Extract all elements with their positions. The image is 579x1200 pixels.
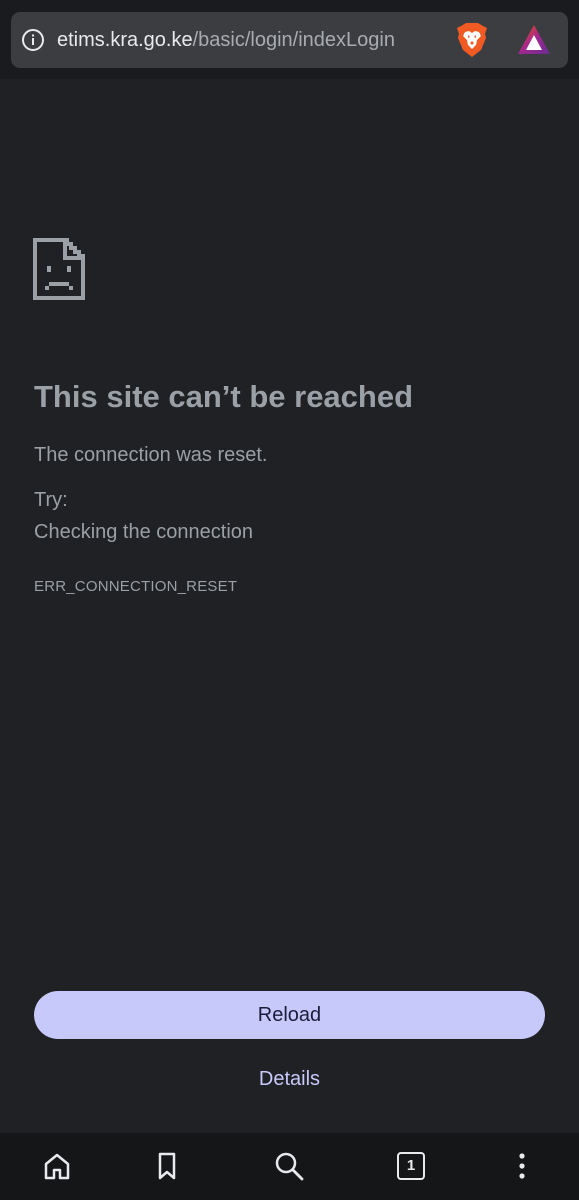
brave-rewards-triangle-icon[interactable] [516, 23, 552, 57]
url-path: /basic/login/indexLogin [192, 29, 395, 51]
error-title: This site can’t be reached [34, 379, 414, 414]
search-button[interactable] [271, 1148, 307, 1184]
bottom-toolbar: 1 [0, 1133, 579, 1200]
more-vertical-icon [519, 1153, 525, 1179]
brave-shields-lion-icon[interactable] [455, 22, 489, 58]
bookmark-icon [158, 1152, 176, 1180]
address-bar[interactable]: etims.kra.go.ke/basic/login/indexLogin [11, 12, 568, 68]
home-icon [44, 1153, 70, 1180]
error-code: ERR_CONNECTION_RESET [34, 578, 238, 595]
reload-button[interactable]: Reload [34, 991, 545, 1039]
error-description: The connection was reset. [34, 444, 268, 466]
tab-switcher-button[interactable]: 1 [393, 1148, 429, 1184]
sad-document-icon [33, 238, 85, 300]
details-button[interactable]: Details [200, 1062, 379, 1096]
bookmark-button[interactable] [149, 1148, 185, 1184]
try-label: Try: [34, 489, 68, 511]
tab-count: 1 [397, 1152, 425, 1180]
info-circle-icon[interactable] [21, 28, 45, 52]
suggestion-item: Checking the connection [34, 521, 254, 543]
top-toolbar: etims.kra.go.ke/basic/login/indexLogin [0, 0, 579, 79]
url-text[interactable]: etims.kra.go.ke/basic/login/indexLogin [57, 28, 395, 52]
browser-screen: etims.kra.go.ke/basic/login/indexLogin T… [0, 0, 579, 1200]
url-host: etims.kra.go.ke [57, 29, 193, 51]
search-icon [275, 1152, 304, 1181]
menu-button[interactable] [504, 1148, 540, 1184]
home-button[interactable] [39, 1148, 75, 1184]
